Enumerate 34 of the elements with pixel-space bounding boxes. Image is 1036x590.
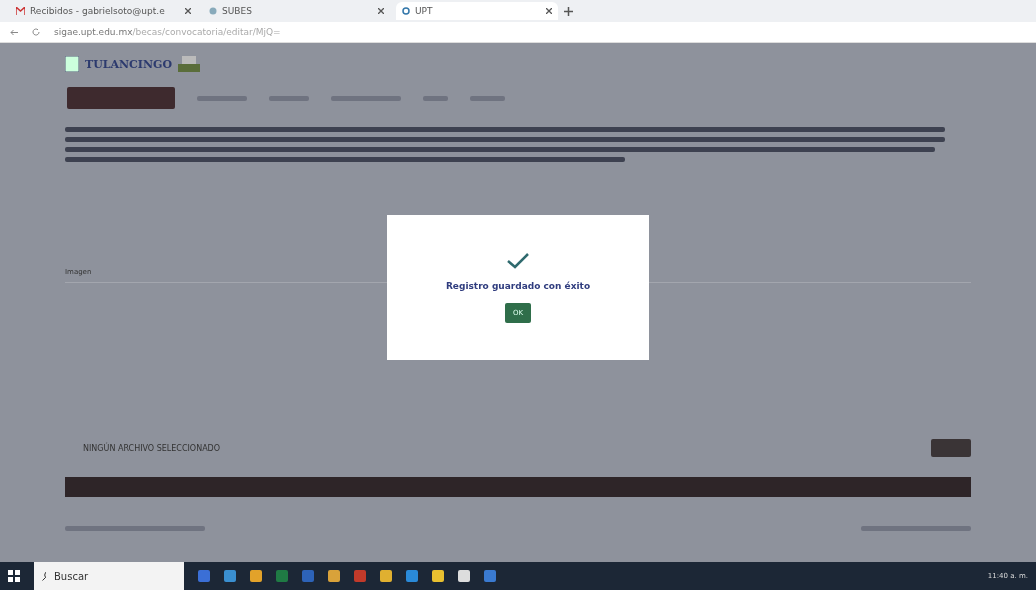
taskbar-app-icon[interactable] (354, 570, 366, 582)
taskbar-app-icon[interactable] (432, 570, 444, 582)
dialog-message: Registro guardado con éxito (445, 280, 591, 291)
windows-logo-icon[interactable] (8, 570, 20, 582)
browser-tab[interactable]: Recibidos - gabrielsoto@upt.e (10, 2, 197, 20)
landscape-emblem-icon (178, 56, 201, 72)
close-icon[interactable] (185, 8, 191, 14)
taskbar-app-icon[interactable] (406, 570, 418, 582)
taskbar-app-icon[interactable] (276, 570, 288, 582)
browser-tab[interactable]: UPT (396, 2, 558, 20)
taskbar-app-icon[interactable] (198, 570, 210, 582)
globe-icon (209, 7, 217, 15)
file-status-text: NINGÚN ARCHIVO SELECCIONADO (83, 443, 221, 453)
taskbar-app-icon[interactable] (458, 570, 470, 582)
taskbar-search-field[interactable]: Buscar (34, 562, 184, 590)
taskbar-app-icon[interactable] (380, 570, 392, 582)
browser-tab[interactable]: SUBES (203, 2, 390, 20)
circle-logo-icon (402, 7, 410, 15)
taskbar-app-icon[interactable] (224, 570, 236, 582)
taskbar-app-icon[interactable] (328, 570, 340, 582)
logo-text: TULANCINGO (85, 57, 173, 71)
taskbar-app-icon[interactable] (250, 570, 262, 582)
checkmark-icon (507, 252, 529, 269)
close-icon[interactable] (378, 8, 384, 14)
logo-emblem-icon (65, 56, 79, 72)
taskbar-app-icon[interactable] (484, 570, 496, 582)
plus-icon[interactable] (564, 6, 573, 16)
reload-icon[interactable] (32, 28, 40, 36)
close-icon[interactable] (546, 8, 552, 14)
back-arrow-icon[interactable] (10, 28, 18, 36)
search-input[interactable]: Buscar (52, 569, 176, 583)
url-field[interactable]: sigae.upt.edu.mx/becas/convocatoria/editar/MjQ= (54, 27, 281, 37)
mail-icon (16, 7, 25, 15)
taskbar-app-icon[interactable] (302, 570, 314, 582)
